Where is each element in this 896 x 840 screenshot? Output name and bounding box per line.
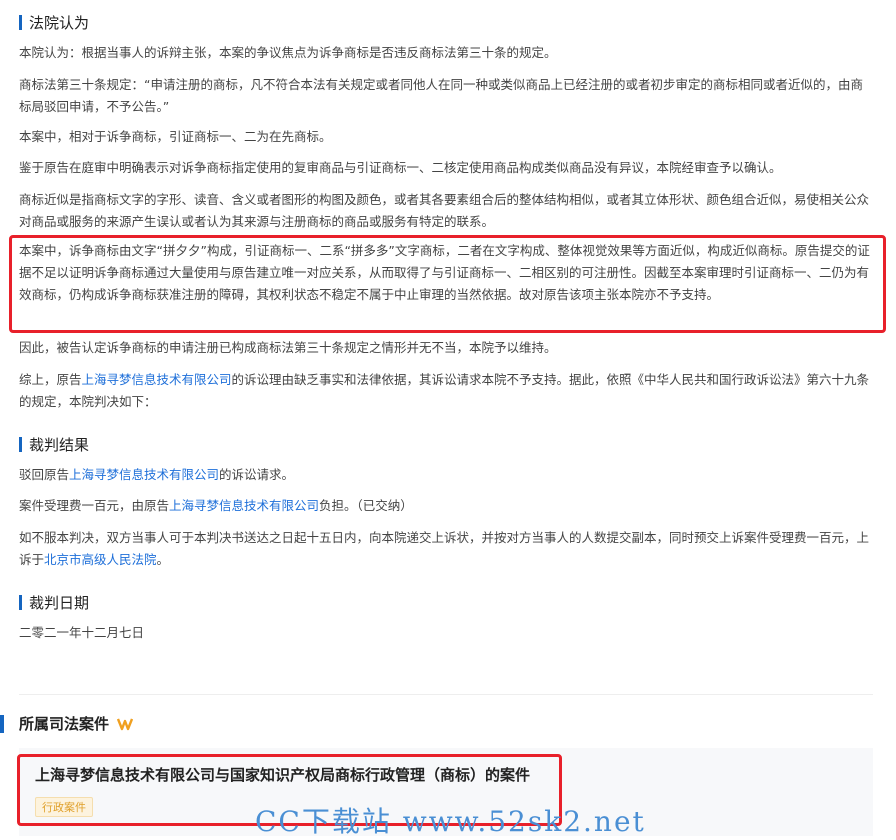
judgment-line-3: 如不服本判决，双方当事人可于本判决书送达之日起十五日内，向本院递交上诉状，并按对… [19,527,873,571]
judgment-date-heading: 裁判日期 [19,592,89,613]
judgment-line-1: 驳回原告上海寻梦信息技术有限公司的诉讼请求。 [19,464,873,486]
related-cases-title: 所属司法案件 [19,715,110,733]
opinion-paragraph-3: 本案中，相对于诉争商标，引证商标一、二为在先商标。 [19,129,332,144]
opinion-paragraph-1: 本院认为：根据当事人的诉辩主张，本案的争议焦点为诉争商标是否违反商标法第三十条的… [19,45,557,60]
case-type-tag: 行政案件 [35,797,93,817]
judgment-line-2: 案件受理费一百元，由原告上海寻梦信息技术有限公司负担。（已交纳） [19,495,873,517]
heading-accent-bar [19,437,22,452]
heading-accent-bar [19,595,22,610]
vip-badge-icon [117,718,134,730]
judgment-date-title: 裁判日期 [29,594,90,612]
opinion-paragraph-8: 综上，原告上海寻梦信息技术有限公司的诉讼理由缺乏事实和法律依据，其诉讼请求本院不… [19,369,873,413]
court-opinion-title: 法院认为 [29,14,90,32]
opinion-paragraph-6: 本案中，诉争商标由文字“拼夕夕”构成，引证商标一、二系“拼多多”文字商标，二者在… [19,243,870,302]
r1-text-post: 的诉讼请求。 [219,467,295,482]
court-link[interactable]: 北京市高级人民法院 [44,552,157,567]
company-link[interactable]: 上海寻梦信息技术有限公司 [169,498,319,513]
r2-text-post: 负担。（已交纳） [319,498,413,513]
opinion-paragraph-2: 商标法第三十条规定：“申请注册的商标，凡不符合本法有关规定或者同他人在同一种或类… [19,77,863,114]
judgment-heading: 裁判结果 [19,434,89,455]
heading-accent-bar [19,15,22,30]
opinion-paragraph-4: 鉴于原告在庭审中明确表示对诉争商标指定使用的复审商品与引证商标一、二核定使用商品… [19,160,782,175]
section-divider [19,694,873,695]
watermark-text: CC下载站 www.52sk2.net [255,805,646,838]
court-opinion-heading: 法院认为 [19,12,89,33]
r2-text-pre: 案件受理费一百元，由原告 [19,498,170,513]
related-cases-heading: 所属司法案件 [0,713,134,734]
heading-accent-bar [0,714,4,733]
opinion-paragraph-5: 商标近似是指商标文字的字形、读音、含义或者图形的构图及颜色，或者其各要素组合后的… [19,192,870,229]
opinion-paragraph-7: 因此，被告认定诉争商标的申请注册已构成商标法第三十条规定之情形并无不当，本院予以… [19,340,557,355]
judgment-title: 裁判结果 [29,436,90,454]
p8-text-pre: 综上，原告 [19,372,82,387]
r1-text-pre: 驳回原告 [19,467,70,482]
judgment-date-value: 二零二一年十二月七日 [19,625,145,640]
r3-text-post: 。 [156,552,170,567]
company-link[interactable]: 上海寻梦信息技术有限公司 [69,467,219,482]
company-link[interactable]: 上海寻梦信息技术有限公司 [82,372,232,387]
related-case-title[interactable]: 上海寻梦信息技术有限公司与国家知识产权局商标行政管理（商标）的案件 [35,764,530,785]
